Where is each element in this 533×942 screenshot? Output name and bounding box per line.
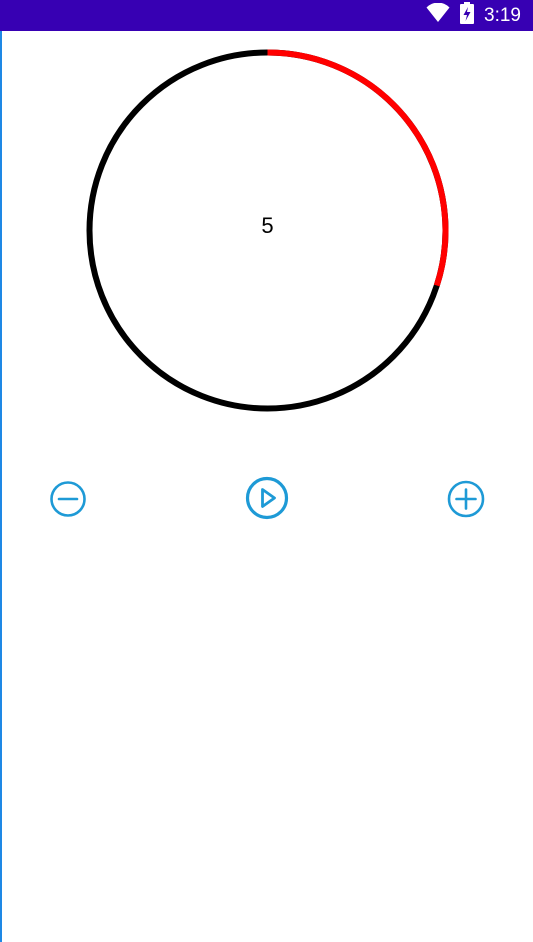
wifi-icon: [426, 2, 450, 28]
countdown-timer: 5: [85, 48, 450, 413]
increase-button[interactable]: [444, 477, 488, 521]
decrease-button[interactable]: [46, 477, 90, 521]
play-button[interactable]: [243, 474, 291, 522]
window-edge: [0, 31, 2, 942]
status-bar: 3:19: [0, 0, 533, 31]
status-icons: 3:19: [426, 0, 521, 31]
timer-value: 5: [261, 212, 274, 238]
app-screen: 3:19 5: [0, 0, 533, 942]
battery-charging-icon: [460, 2, 475, 29]
minus-circle-icon: [50, 481, 86, 517]
plus-circle-icon: [447, 480, 485, 518]
status-time: 3:19: [484, 5, 521, 26]
play-circle-icon: [245, 476, 289, 520]
